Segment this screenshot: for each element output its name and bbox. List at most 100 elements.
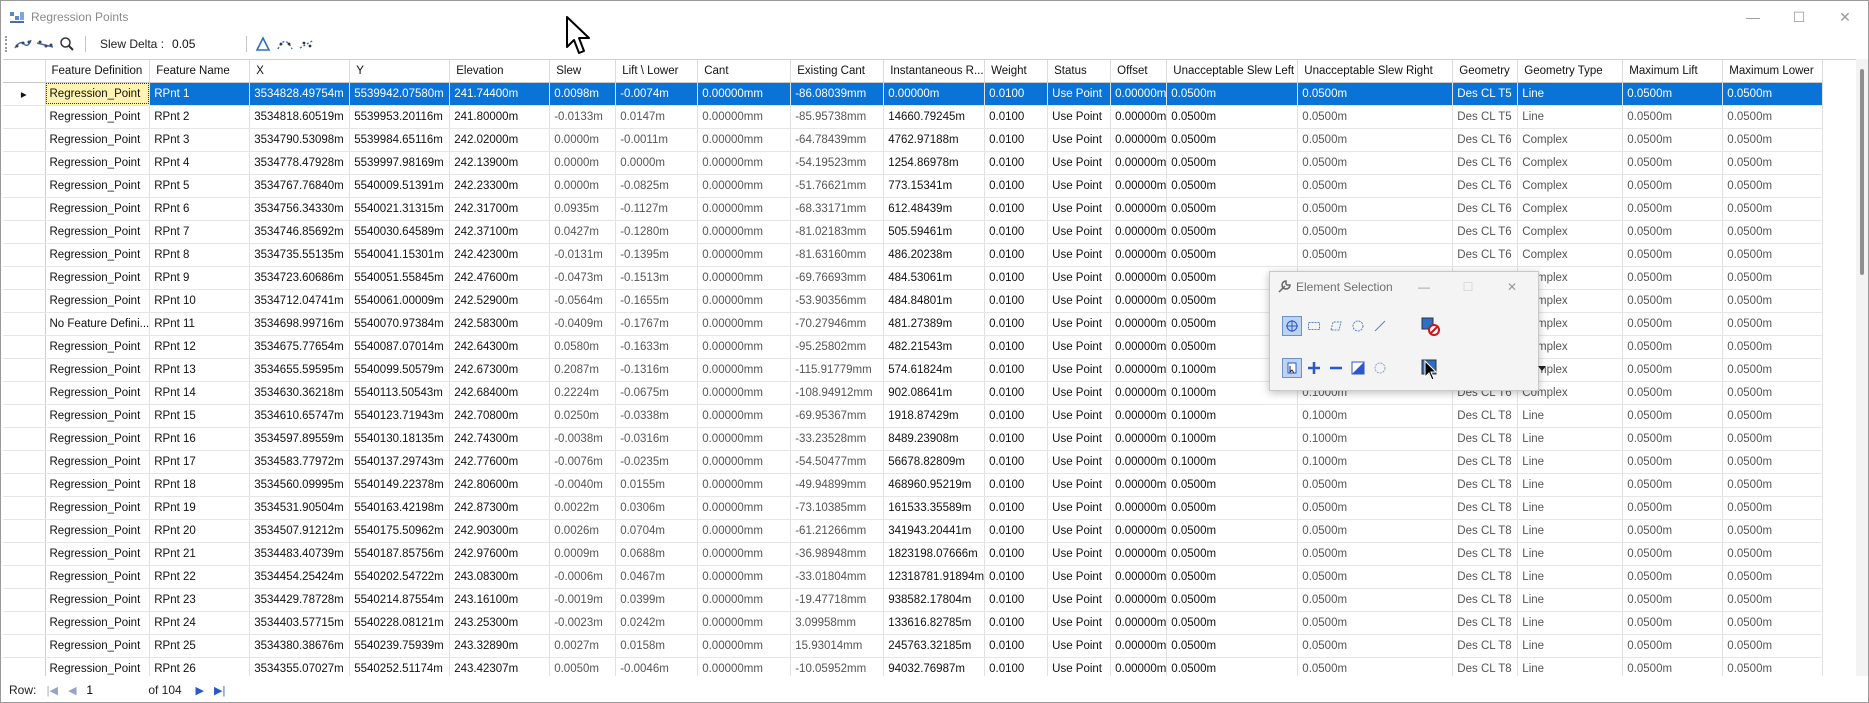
- table-cell[interactable]: 5540214.87554m: [349, 588, 451, 612]
- table-cell[interactable]: 3534597.89559m: [249, 427, 351, 451]
- table-row[interactable]: Regression_Point RPnt 26 3534355.07027m 554…: [3, 657, 1824, 676]
- table-cell[interactable]: 0.0500m: [1622, 220, 1724, 244]
- table-cell[interactable]: 5540009.51391m: [349, 174, 451, 198]
- table-cell[interactable]: Regression_Point: [45, 496, 151, 520]
- first-record-icon[interactable]: |◀: [42, 681, 62, 699]
- table-cell[interactable]: 0.0022m: [549, 496, 617, 520]
- table-cell[interactable]: 0.0500m: [1166, 174, 1299, 198]
- table-cell[interactable]: 0.0100: [984, 335, 1049, 359]
- table-cell[interactable]: 0.0500m: [1722, 473, 1824, 497]
- table-cell[interactable]: -0.0046m: [615, 657, 699, 676]
- table-cell[interactable]: 0.0500m: [1722, 335, 1824, 359]
- table-cell[interactable]: 505.59461m: [883, 220, 986, 244]
- table-row[interactable]: Regression_Point RPnt 3 3534790.53098m 5539…: [3, 128, 1824, 152]
- close-button[interactable]: ✕: [1822, 1, 1868, 33]
- table-cell[interactable]: 0.0500m: [1166, 82, 1299, 106]
- table-cell[interactable]: 0.00000m: [1110, 473, 1168, 497]
- dialog-maximize-button[interactable]: ☐: [1446, 280, 1490, 294]
- table-cell[interactable]: 0.0500m: [1166, 243, 1299, 267]
- table-cell[interactable]: 0.0100: [984, 611, 1049, 635]
- table-cell[interactable]: 0.0158m: [615, 634, 699, 658]
- table-row[interactable]: Regression_Point RPnt 15 3534610.65747m 554…: [3, 404, 1824, 428]
- table-cell[interactable]: Regression_Point: [45, 82, 151, 106]
- table-cell[interactable]: -0.0038m: [549, 427, 617, 451]
- table-cell[interactable]: Regression_Point: [45, 657, 151, 676]
- table-cell[interactable]: -0.0019m: [549, 588, 617, 612]
- table-cell[interactable]: -51.76621mm: [790, 174, 885, 198]
- table-cell[interactable]: 0.00000mm: [697, 243, 792, 267]
- table-cell[interactable]: -68.33171mm: [790, 197, 885, 221]
- table-cell[interactable]: -0.0564m: [549, 289, 617, 313]
- table-cell[interactable]: 5540087.07014m: [349, 335, 451, 359]
- table-cell[interactable]: 0.00000m: [1110, 542, 1168, 566]
- table-cell[interactable]: RPnt 20: [149, 519, 251, 543]
- table-cell[interactable]: RPnt 17: [149, 450, 251, 474]
- table-cell[interactable]: 0.0427m: [549, 220, 617, 244]
- table-cell[interactable]: 0.00000m: [1110, 404, 1168, 428]
- table-cell[interactable]: Line: [1517, 473, 1624, 497]
- table-cell[interactable]: -69.95367mm: [790, 404, 885, 428]
- table-cell[interactable]: 0.0500m: [1722, 358, 1824, 382]
- row-header[interactable]: [3, 519, 46, 543]
- table-cell[interactable]: 0.0500m: [1722, 289, 1824, 313]
- table-cell[interactable]: 0.00000mm: [697, 151, 792, 175]
- table-cell[interactable]: 468960.95219m: [883, 473, 986, 497]
- table-cell[interactable]: -0.0074m: [615, 82, 699, 106]
- table-cell[interactable]: 0.00000mm: [697, 174, 792, 198]
- table-cell[interactable]: RPnt 24: [149, 611, 251, 635]
- table-cell[interactable]: Regression_Point: [45, 197, 151, 221]
- table-cell[interactable]: RPnt 26: [149, 657, 251, 676]
- table-cell[interactable]: Use Point: [1047, 496, 1112, 520]
- clear-mode-icon[interactable]: [1370, 358, 1390, 378]
- table-cell[interactable]: 0.0500m: [1722, 197, 1824, 221]
- table-cell[interactable]: Line: [1517, 496, 1624, 520]
- table-cell[interactable]: Use Point: [1047, 519, 1112, 543]
- column-header[interactable]: Geometry Type: [1517, 60, 1624, 83]
- table-cell[interactable]: 0.0500m: [1622, 565, 1724, 589]
- table-cell[interactable]: 5540137.29743m: [349, 450, 451, 474]
- table-cell[interactable]: 0.0500m: [1622, 82, 1724, 106]
- row-header[interactable]: [3, 542, 46, 566]
- table-cell[interactable]: 0.00000m: [1110, 174, 1168, 198]
- table-cell[interactable]: 0.0500m: [1297, 197, 1454, 221]
- table-cell[interactable]: 0.00000mm: [697, 289, 792, 313]
- table-cell[interactable]: 0.0100: [984, 634, 1049, 658]
- table-cell[interactable]: Des CL T8: [1452, 450, 1519, 474]
- table-cell[interactable]: 0.0500m: [1622, 174, 1724, 198]
- table-cell[interactable]: 0.0500m: [1297, 243, 1454, 267]
- row-header[interactable]: ▸: [3, 82, 46, 106]
- table-cell[interactable]: -0.0131m: [549, 243, 617, 267]
- table-cell[interactable]: 0.00000mm: [697, 496, 792, 520]
- table-cell[interactable]: -0.0133m: [549, 105, 617, 129]
- table-cell[interactable]: Des CL T6: [1452, 151, 1519, 175]
- table-cell[interactable]: 3534380.38676m: [249, 634, 351, 658]
- row-header[interactable]: [3, 151, 46, 175]
- table-cell[interactable]: 0.00000m: [1110, 289, 1168, 313]
- column-header[interactable]: Unacceptable Slew Left: [1166, 60, 1299, 83]
- table-cell[interactable]: -0.1395m: [615, 243, 699, 267]
- table-cell[interactable]: 0.00000mm: [697, 588, 792, 612]
- table-cell[interactable]: 0.1000m: [1297, 427, 1454, 451]
- table-cell[interactable]: Use Point: [1047, 312, 1112, 336]
- table-cell[interactable]: Use Point: [1047, 634, 1112, 658]
- table-cell[interactable]: 3534483.40739m: [249, 542, 351, 566]
- table-cell[interactable]: Line: [1517, 404, 1624, 428]
- table-cell[interactable]: 5540041.15301m: [349, 243, 451, 267]
- table-cell[interactable]: 0.0500m: [1722, 519, 1824, 543]
- table-cell[interactable]: 341943.20441m: [883, 519, 986, 543]
- table-cell[interactable]: 14660.79245m: [883, 105, 986, 129]
- table-cell[interactable]: -0.0473m: [549, 266, 617, 290]
- table-cell[interactable]: Regression_Point: [45, 588, 151, 612]
- table-cell[interactable]: RPnt 7: [149, 220, 251, 244]
- table-cell[interactable]: 0.00000m: [1110, 312, 1168, 336]
- table-row[interactable]: Regression_Point RPnt 24 3534403.57715m 554…: [3, 611, 1824, 635]
- remove-from-selection-icon[interactable]: [1326, 358, 1346, 378]
- table-cell[interactable]: Use Point: [1047, 243, 1112, 267]
- table-cell[interactable]: 3534583.77972m: [249, 450, 351, 474]
- table-cell[interactable]: 3534828.49754m: [249, 82, 351, 106]
- table-cell[interactable]: 0.00000m: [1110, 519, 1168, 543]
- table-cell[interactable]: 0.0580m: [549, 335, 617, 359]
- table-cell[interactable]: 0.00000mm: [697, 266, 792, 290]
- table-cell[interactable]: 242.42300m: [449, 243, 551, 267]
- table-cell[interactable]: 0.2224m: [549, 381, 617, 405]
